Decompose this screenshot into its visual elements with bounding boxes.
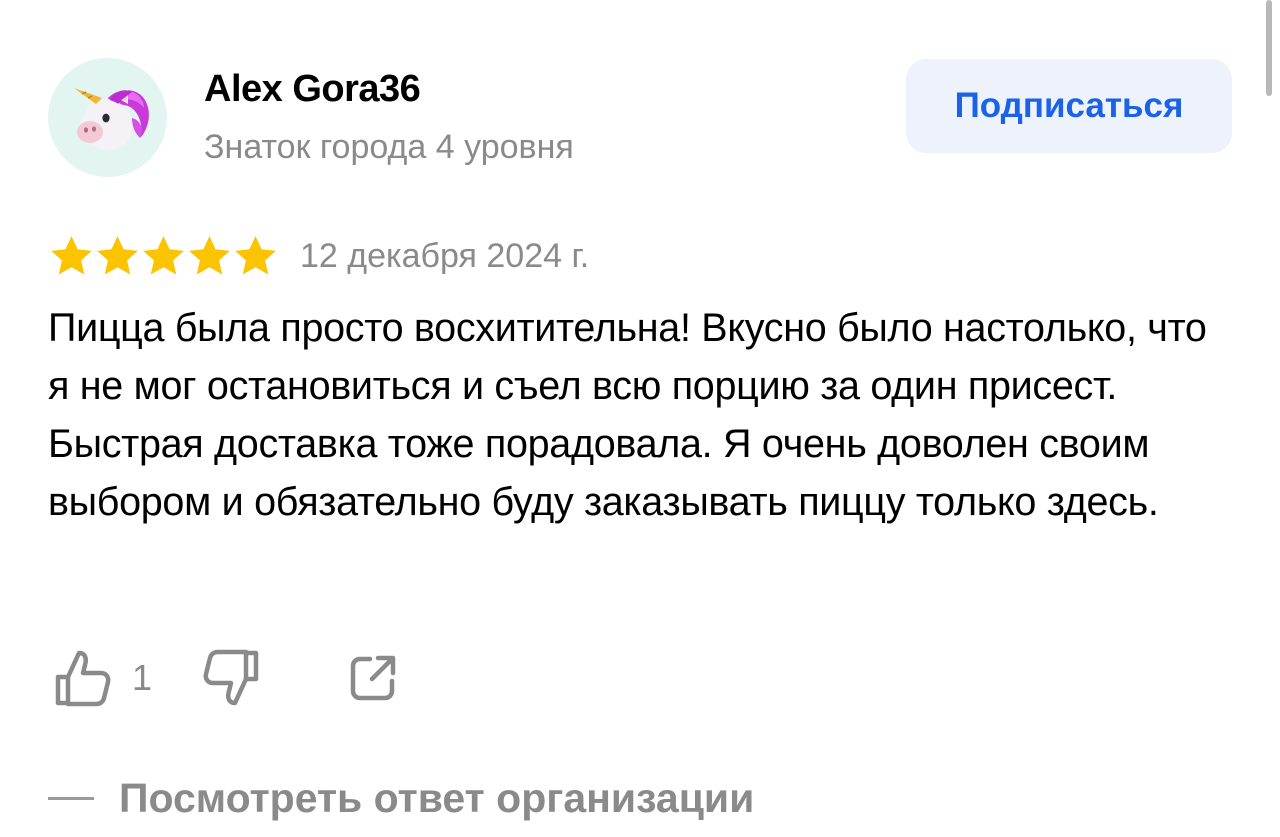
star-icon (143, 235, 184, 275)
star-icon (235, 235, 276, 275)
reply-dash (48, 797, 94, 800)
subscribe-button[interactable]: Подписаться (906, 59, 1232, 153)
author-name[interactable]: Alex Gora36 (204, 68, 421, 111)
star-icon (189, 235, 230, 275)
review-actions: 1 (52, 645, 398, 711)
share-icon (350, 655, 396, 701)
scrollbar[interactable] (1266, 0, 1272, 96)
rating-row: 12 декабря 2024 г. (48, 228, 589, 284)
star-rating (48, 233, 278, 280)
star-icon (51, 235, 92, 275)
share-button[interactable] (348, 653, 398, 703)
star-icon (97, 235, 138, 275)
avatar[interactable] (48, 58, 167, 177)
review-card: Alex Gora36 Знаток города 4 уровня Подпи… (0, 0, 1280, 837)
unicorn-icon (74, 86, 149, 151)
like-count: 1 (132, 657, 153, 698)
thumbs-down-icon (203, 649, 259, 706)
author-level: Знаток города 4 уровня (204, 128, 574, 166)
review-text: Пицца была просто восхитительна! Вкусно … (48, 306, 1207, 524)
dislike-button[interactable] (202, 647, 262, 709)
like-button[interactable]: 1 (52, 647, 152, 709)
review-date: 12 декабря 2024 г. (300, 236, 590, 275)
view-organization-reply-link[interactable]: Посмотреть ответ организации (48, 775, 754, 822)
reply-link-label: Посмотреть ответ организации (119, 775, 755, 821)
thumbs-up-icon (55, 650, 111, 707)
